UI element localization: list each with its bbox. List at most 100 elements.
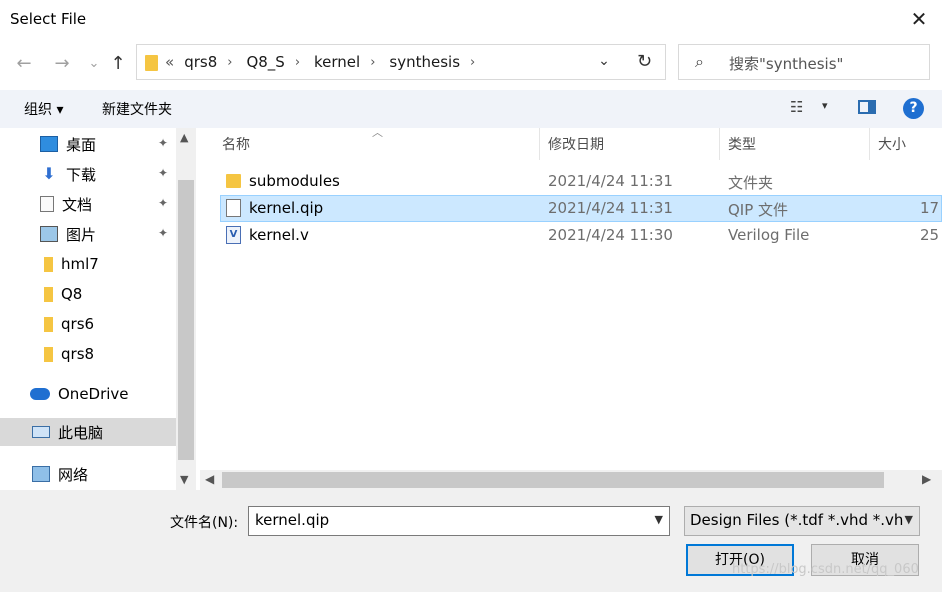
sidebar-item-label: OneDrive — [58, 385, 129, 403]
forward-arrow-icon[interactable]: → — [50, 52, 74, 76]
document-icon — [40, 196, 54, 212]
file-type: Verilog File — [728, 226, 810, 244]
up-arrow-icon[interactable]: ↑ — [106, 52, 130, 76]
sidebar-item-hml7[interactable]: hml7 — [44, 250, 176, 278]
column-header-size[interactable]: 大小 — [870, 128, 942, 160]
chevron-right-icon[interactable]: › — [295, 55, 300, 70]
sidebar-item-label: 图片 — [66, 225, 97, 244]
chevron-right-icon[interactable]: › — [470, 55, 475, 70]
organize-menu-button[interactable]: 组织 ▾ — [24, 99, 63, 119]
back-arrow-icon[interactable]: ← — [12, 52, 36, 76]
breadcrumb: « qrs8 › Q8_S › kernel › synthesis › — [165, 45, 489, 79]
file-name: kernel.qip — [249, 199, 324, 217]
search-input[interactable]: 搜索"synthesis" — [729, 53, 843, 74]
file-icon — [226, 199, 241, 217]
sidebar-item-label: qrs8 — [61, 345, 95, 363]
breadcrumb-item[interactable]: synthesis — [389, 53, 460, 71]
sidebar-item-network[interactable]: 网络 — [32, 460, 176, 488]
new-folder-button[interactable]: 新建文件夹 — [102, 99, 172, 119]
navigation-bar: ← → ⌄ ↑ « qrs8 › Q8_S › kernel › synthes… — [0, 38, 942, 90]
view-options-chevron-icon[interactable]: ▾ — [822, 99, 828, 112]
search-icon: ⌕ — [695, 52, 704, 71]
scroll-down-icon[interactable]: ▼ — [180, 473, 188, 486]
pin-icon[interactable]: ✦ — [158, 196, 168, 210]
sidebar-item-qrs6[interactable]: qrs6 — [44, 310, 176, 338]
file-type-filter-select[interactable]: Design Files (*.tdf *.vhd *.vhd ▼ — [684, 506, 920, 536]
sidebar-item-label: 文档 — [62, 195, 93, 214]
chevron-right-icon[interactable]: › — [227, 55, 232, 70]
scrollbar-thumb[interactable] — [222, 472, 884, 488]
chevron-right-icon[interactable]: › — [370, 55, 375, 70]
pin-icon[interactable]: ✦ — [158, 136, 168, 150]
sidebar-item-pictures[interactable]: 图片 ✦ — [40, 220, 176, 248]
watermark: https://blog.csdn.net/qq_060 — [732, 562, 919, 577]
address-bar[interactable]: « qrs8 › Q8_S › kernel › synthesis › ⌄ — [136, 44, 666, 80]
breadcrumb-item[interactable]: kernel — [314, 53, 360, 71]
chevron-down-icon[interactable]: ⌄ — [595, 53, 613, 71]
close-icon[interactable]: ✕ — [906, 6, 932, 32]
computer-icon — [32, 426, 50, 438]
folder-icon — [44, 286, 53, 302]
column-header-date[interactable]: 修改日期 — [540, 128, 720, 160]
sidebar-item-label: 桌面 — [66, 135, 97, 154]
folder-icon — [145, 55, 158, 71]
file-row[interactable]: submodules 2021/4/24 11:31 文件夹 — [220, 168, 942, 195]
navigation-pane: 桌面 ✦ ⬇ 下载 ✦ 文档 ✦ 图片 ✦ hml7 Q8 qrs6 qrs8 … — [0, 128, 196, 490]
file-name: kernel.v — [249, 226, 309, 244]
sidebar-item-documents[interactable]: 文档 ✦ — [40, 190, 176, 218]
sidebar-item-label: hml7 — [61, 255, 99, 273]
scrollbar-thumb[interactable] — [178, 180, 194, 460]
sidebar-item-label: 此电脑 — [58, 423, 104, 442]
sidebar-item-downloads[interactable]: ⬇ 下载 ✦ — [40, 160, 176, 188]
help-icon[interactable]: ? — [903, 98, 924, 119]
column-header-type[interactable]: 类型 — [720, 128, 870, 160]
chevron-down-icon[interactable]: ▼ — [655, 513, 663, 526]
sidebar-item-this-pc[interactable]: 此电脑 — [0, 418, 176, 446]
sidebar-item-desktop[interactable]: 桌面 ✦ — [40, 130, 176, 158]
view-options-icon[interactable]: ☷ — [790, 98, 803, 116]
column-header-name[interactable]: 名称 — [214, 128, 540, 160]
preview-pane-icon[interactable] — [858, 100, 876, 114]
sidebar-item-label: qrs6 — [61, 315, 95, 333]
breadcrumb-item[interactable]: qrs8 — [184, 53, 217, 71]
folder-icon — [44, 346, 53, 362]
file-list-scrollbar[interactable]: ◀ ▶ — [200, 470, 942, 490]
scroll-right-icon[interactable]: ▶ — [922, 472, 931, 486]
file-list: ︿ 名称 修改日期 类型 大小 submodules 2021/4/24 11:… — [200, 126, 942, 470]
download-icon: ⬇ — [42, 164, 56, 183]
pictures-icon — [40, 226, 58, 242]
breadcrumb-overflow[interactable]: « — [165, 53, 174, 71]
search-box[interactable]: ⌕ 搜索"synthesis" — [678, 44, 930, 80]
sidebar-item-label: Q8 — [61, 285, 83, 303]
filename-value: kernel.qip — [255, 511, 330, 529]
breadcrumb-item[interactable]: Q8_S — [246, 53, 284, 71]
file-row[interactable]: kernel.qip 2021/4/24 11:31 QIP 文件 17 — [220, 195, 942, 222]
network-icon — [32, 466, 50, 482]
sidebar-item-onedrive[interactable]: OneDrive — [30, 380, 176, 408]
chevron-down-icon[interactable]: ▼ — [902, 513, 913, 526]
scroll-left-icon[interactable]: ◀ — [205, 472, 214, 486]
file-date: 2021/4/24 11:30 — [548, 226, 673, 244]
pin-icon[interactable]: ✦ — [158, 166, 168, 180]
filter-value: Design Files (*.tdf *.vhd *.vhd — [690, 511, 913, 529]
file-type: 文件夹 — [728, 174, 774, 192]
sidebar-item-label: 网络 — [58, 465, 89, 484]
recent-locations-chevron-icon[interactable]: ⌄ — [82, 52, 106, 76]
file-row[interactable]: V kernel.v 2021/4/24 11:30 Verilog File … — [220, 222, 942, 249]
sidebar-scrollbar[interactable]: ▲ ▼ — [176, 128, 196, 490]
verilog-file-icon: V — [226, 226, 241, 244]
file-size: 25 — [920, 226, 940, 244]
dialog-footer: 文件名(N): kernel.qip ▼ Design Files (*.tdf… — [0, 490, 942, 592]
folder-icon — [226, 174, 241, 188]
refresh-button[interactable]: ↻ — [624, 44, 666, 80]
command-toolbar: 组织 ▾ 新建文件夹 ☷ ▾ ? — [0, 90, 942, 128]
file-date: 2021/4/24 11:31 — [548, 199, 673, 217]
file-type: QIP 文件 — [728, 201, 789, 219]
window-title: Select File — [10, 10, 87, 28]
sidebar-item-qrs8[interactable]: qrs8 — [44, 340, 176, 368]
pin-icon[interactable]: ✦ — [158, 226, 168, 240]
desktop-icon — [40, 136, 58, 152]
sidebar-item-q8[interactable]: Q8 — [44, 280, 176, 308]
filename-input[interactable]: kernel.qip ▼ — [248, 506, 670, 536]
scroll-up-icon[interactable]: ▲ — [180, 131, 188, 144]
